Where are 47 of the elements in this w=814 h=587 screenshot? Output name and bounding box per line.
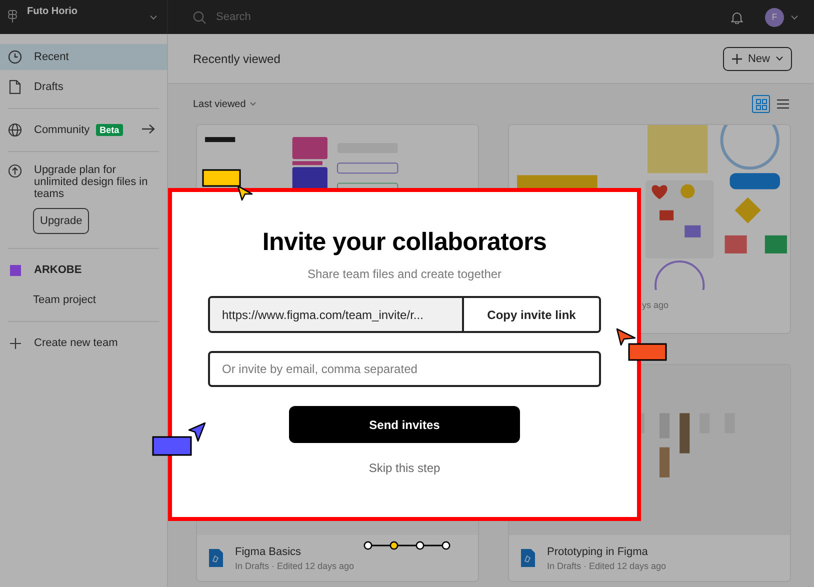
file-meta: In Drafts · Edited 12 days ago <box>235 560 354 570</box>
create-team-link[interactable]: Create new team <box>34 337 118 349</box>
cursor-tag <box>202 169 241 187</box>
upgrade-text: Upgrade plan for unlimited design files in teams <box>34 164 149 200</box>
sort-dropdown[interactable]: Last viewed <box>193 98 256 110</box>
file-meta: ys ago <box>642 300 669 310</box>
plus-icon <box>732 54 742 64</box>
logo-icon <box>8 10 17 23</box>
send-invites-button[interactable]: Send invites <box>289 406 520 443</box>
caret-icon[interactable] <box>791 14 798 20</box>
design-file-icon <box>521 549 535 567</box>
sidebar-item[interactable]: Drafts <box>0 74 167 100</box>
design-file-icon <box>209 549 223 567</box>
skip-link[interactable]: Skip this step <box>368 461 440 475</box>
cursor-tag <box>152 436 192 456</box>
page-title: Recently viewed <box>193 52 280 66</box>
new-button[interactable]: New <box>722 46 792 70</box>
cursor-icon <box>236 184 254 202</box>
modal-subtitle: Share team files and create together <box>307 267 502 281</box>
file-title: Prototyping in Figma <box>547 546 649 558</box>
search-field[interactable]: Search <box>214 10 418 24</box>
sidebar-item[interactable]: Recent <box>0 44 167 70</box>
caret-icon <box>776 56 783 61</box>
bell-icon[interactable] <box>731 10 743 24</box>
caret-icon[interactable] <box>150 15 157 20</box>
file-meta: In Drafts · Edited 12 days ago <box>547 560 666 570</box>
community-link[interactable]: Community <box>34 124 90 136</box>
team-name[interactable]: ARKOBE <box>34 264 82 276</box>
invite-link-field[interactable]: https://www.figma.com/team_invite/r... <box>210 298 464 331</box>
plus-icon <box>10 338 20 348</box>
caret-icon <box>250 102 256 106</box>
team-project-link[interactable]: Team project <box>0 287 167 313</box>
list-icon <box>777 99 789 109</box>
upload-icon <box>8 164 22 178</box>
file-title: Figma Basics <box>235 546 302 558</box>
cursor-icon <box>187 421 207 443</box>
search-icon <box>193 10 206 24</box>
cursor-icon <box>615 327 637 347</box>
grid-icon <box>756 98 766 110</box>
file-icon <box>9 80 21 94</box>
email-field[interactable]: Or invite by email, comma separated <box>208 351 601 387</box>
clock-icon <box>8 50 22 64</box>
upgrade-button[interactable]: Upgrade <box>33 208 90 234</box>
globe-icon <box>8 123 22 137</box>
arrow-right-icon[interactable] <box>142 124 155 134</box>
cursor-tag <box>628 343 667 361</box>
beta-badge: Beta <box>96 124 124 136</box>
